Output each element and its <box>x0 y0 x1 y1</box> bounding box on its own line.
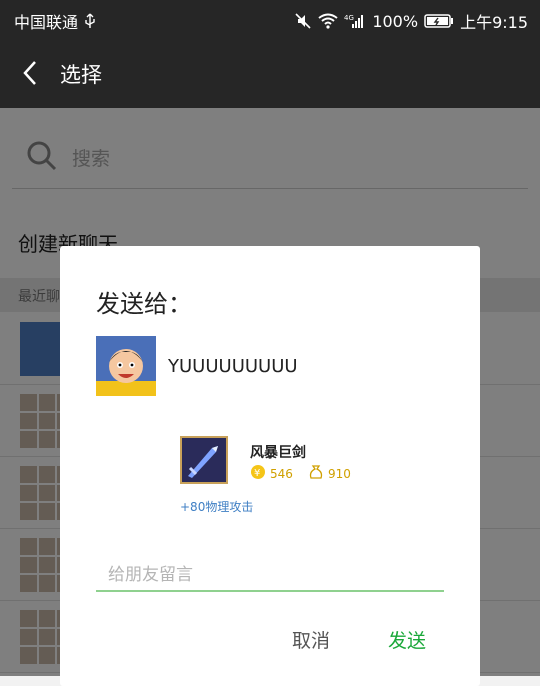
status-bar: 中国联通 4G 100% 上午9:15 <box>0 0 540 38</box>
title-bar: 选择 <box>0 38 540 108</box>
item-stat: +80物理攻击 <box>180 500 254 514</box>
send-to-dialog: 发送给： YUUUUUUUUU 风暴巨剑 ¥ 546 910 +80物理攻击 给… <box>60 246 480 686</box>
item-price: ¥ 546 <box>250 464 293 483</box>
recipient-avatar <box>96 336 156 396</box>
network-type-text: 4G <box>344 14 354 22</box>
recipient-name: YUUUUUUUUU <box>168 356 298 377</box>
send-button[interactable]: 发送 <box>388 626 426 653</box>
back-button[interactable] <box>16 58 46 88</box>
signal-icon: 4G <box>344 13 366 29</box>
message-input[interactable]: 给朋友留言 <box>108 560 193 585</box>
item-name: 风暴巨剑 <box>250 445 306 461</box>
coin-icon: ¥ <box>250 464 266 483</box>
usb-icon <box>84 13 96 29</box>
mute-icon <box>294 13 312 29</box>
dialog-title: 发送给： <box>96 290 192 318</box>
item-icon <box>180 436 228 484</box>
battery-percent: 100% <box>372 11 419 31</box>
carrier-text: 中国联通 <box>14 13 79 32</box>
item-total-value: 910 <box>328 466 351 481</box>
item-total-price: 910 <box>308 464 351 483</box>
page-title: 选择 <box>60 63 102 87</box>
message-field[interactable]: 给朋友留言 <box>96 548 444 592</box>
battery-icon <box>424 13 454 29</box>
cancel-button[interactable]: 取消 <box>292 626 330 653</box>
chevron-left-icon <box>23 61 36 85</box>
item-price-value: 546 <box>270 466 293 481</box>
money-bag-icon <box>308 464 324 483</box>
wifi-icon <box>318 13 338 29</box>
svg-text:¥: ¥ <box>254 468 260 479</box>
clock: 上午9:15 <box>460 13 528 32</box>
